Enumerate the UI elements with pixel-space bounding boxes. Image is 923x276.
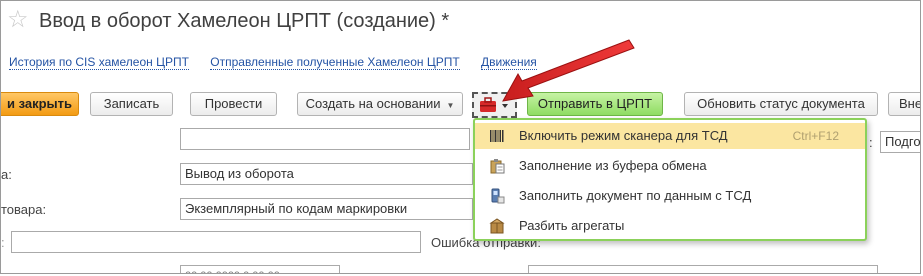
pointer-arrow xyxy=(502,39,635,102)
arrow-icon xyxy=(502,39,635,102)
